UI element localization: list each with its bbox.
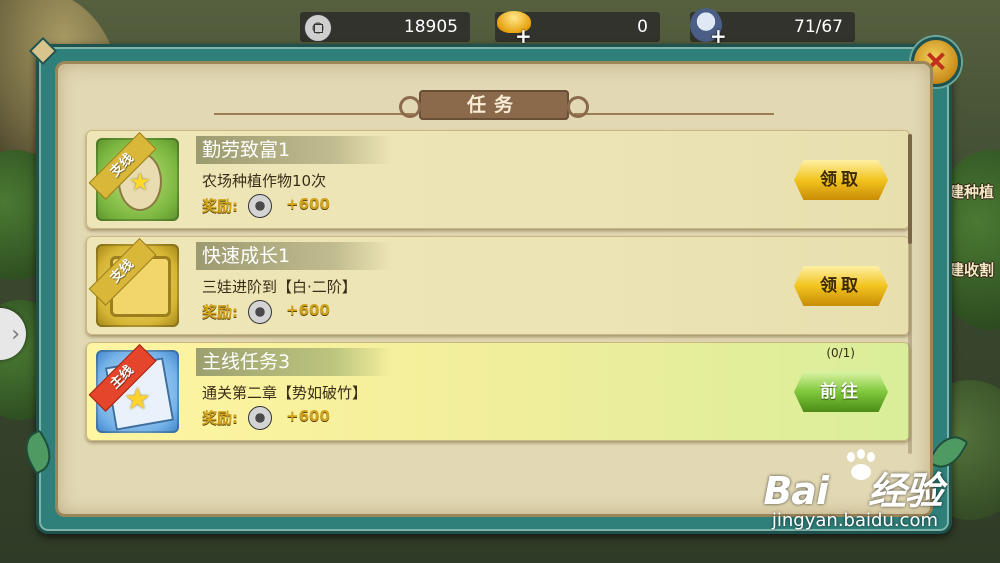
egg-star-icon: ★ 支线: [88, 131, 179, 221]
reward-value: +600: [286, 407, 330, 425]
reward-value: +600: [286, 301, 330, 319]
stamina-value: 71/67: [794, 17, 843, 37]
task-reward: 奖励: +600: [202, 194, 372, 218]
side-label-plant[interactable]: 建种植: [949, 181, 994, 202]
task-list: ★ 支线 勤劳致富1 农场种植作物10次 奖励: +600 领取 支线 快速成长…: [86, 130, 910, 452]
task-title: 主线任务3: [196, 348, 392, 376]
plus-icon[interactable]: +: [515, 26, 532, 46]
task-item: ★ 主线 主线任务3 通关第二章【势如破竹】 奖励: +600 (0/1) 前往: [86, 342, 910, 441]
reward-label: 奖励:: [202, 409, 238, 427]
dialog-title: 任务: [399, 90, 589, 120]
task-reward: 奖励: +600: [202, 406, 372, 430]
copper-coin-icon: [248, 194, 272, 218]
claim-button[interactable]: 领取: [794, 160, 888, 200]
task-panel: 任务 ★ 支线 勤劳致富1 农场种植作物10次 奖励: +600 领取 支线 快…: [55, 61, 933, 517]
task-description: 三娃进阶到【白·二阶】: [202, 278, 357, 296]
reward-value: +600: [286, 195, 330, 213]
task-progress: (0/1): [826, 346, 855, 360]
baidu-jingyan-watermark: Bai 经验 jingyan.baidu.com: [763, 449, 943, 531]
chevron-right-icon: ›: [11, 321, 20, 347]
go-button[interactable]: 前往: [794, 372, 888, 412]
stamina-counter[interactable]: + 71/67: [690, 8, 855, 46]
reward-label: 奖励:: [202, 303, 238, 321]
claim-button[interactable]: 领取: [794, 266, 888, 306]
task-item: ★ 支线 勤劳致富1 农场种植作物10次 奖励: +600 领取: [86, 130, 910, 229]
task-title: 勤劳致富1: [196, 136, 392, 164]
map-star-icon: ★ 主线: [88, 343, 179, 433]
side-label-harvest[interactable]: 建收割: [949, 259, 994, 280]
task-description: 农场种植作物10次: [202, 172, 327, 190]
copper-coin-icon: [248, 300, 272, 324]
paw-logo-icon: [843, 449, 879, 486]
watermark-brand: Bai: [763, 469, 829, 513]
dialog-title-banner: 任务: [214, 84, 774, 120]
task-reward: 奖励: +600: [202, 300, 372, 324]
coins-value: 18905: [403, 17, 458, 37]
gift-box-icon: 支线: [88, 237, 179, 327]
task-title: 快速成长1: [196, 242, 392, 270]
gold-counter[interactable]: + 0: [495, 11, 660, 46]
divider: [214, 113, 414, 115]
copper-coin-icon: [304, 14, 332, 42]
scrollbar-thumb[interactable]: [908, 134, 912, 244]
plus-icon[interactable]: +: [710, 26, 727, 46]
divider: [574, 113, 774, 115]
gold-value: 0: [637, 17, 648, 37]
task-description: 通关第二章【势如破竹】: [202, 384, 368, 402]
watermark-url: jingyan.baidu.com: [771, 510, 938, 531]
reward-label: 奖励:: [202, 197, 238, 215]
copper-coin-icon: [248, 406, 272, 430]
coins-counter: 18905: [300, 12, 470, 42]
task-list-scrollbar[interactable]: [908, 134, 912, 454]
task-item: 支线 快速成长1 三娃进阶到【白·二阶】 奖励: +600 领取: [86, 236, 910, 335]
